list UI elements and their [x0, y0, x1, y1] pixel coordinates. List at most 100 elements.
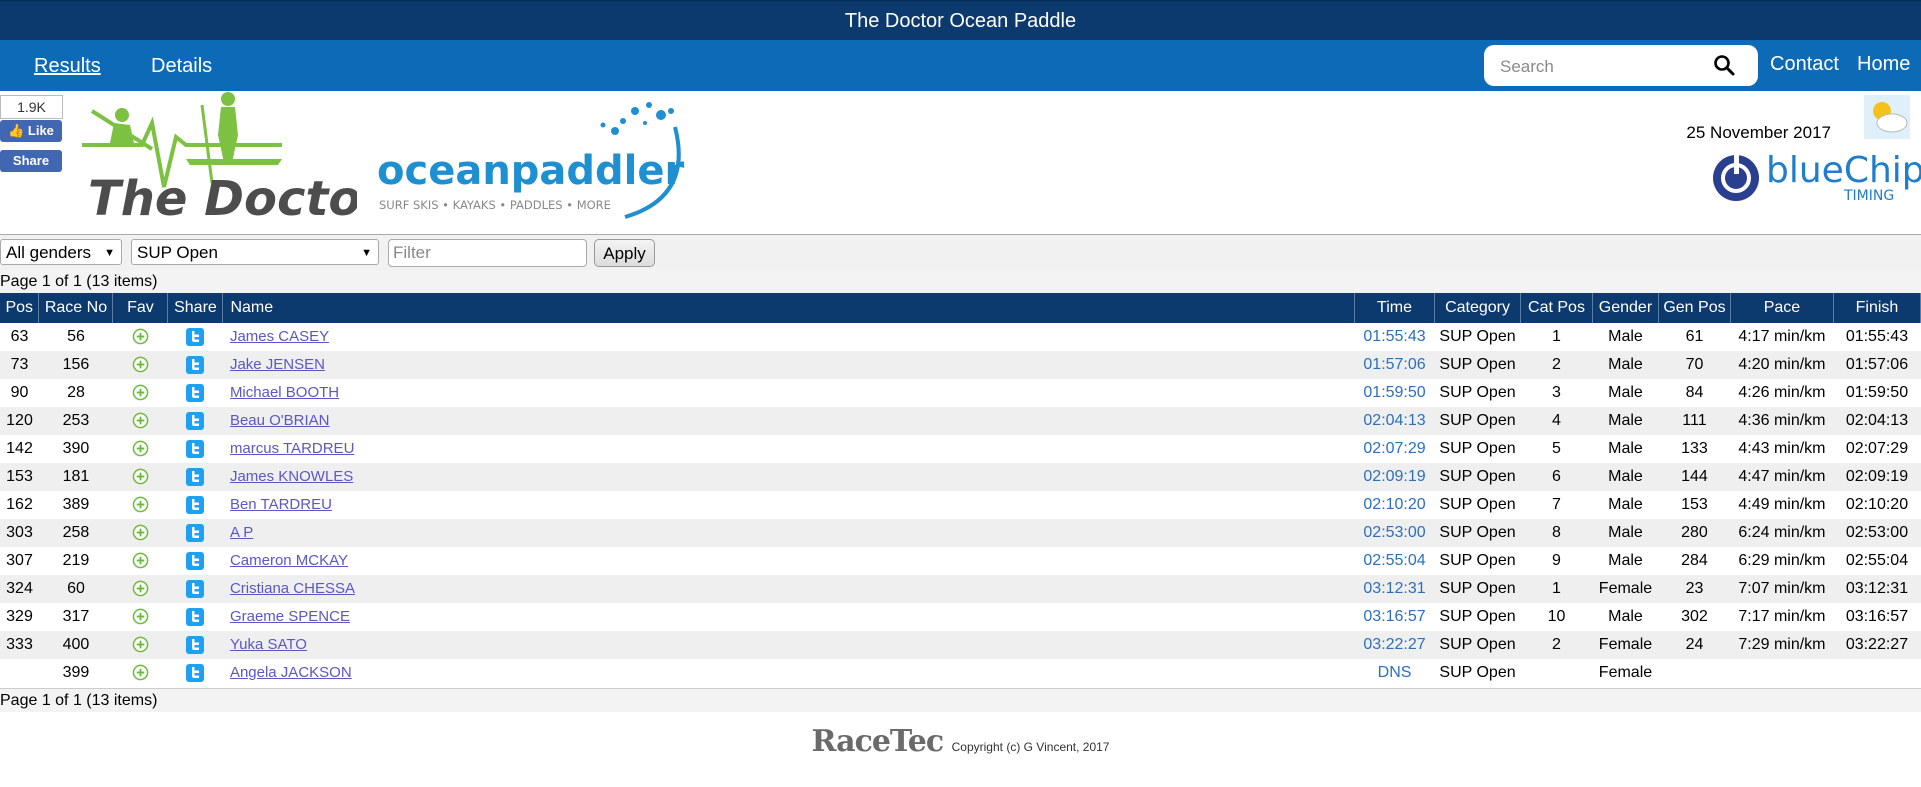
the-doctor-logo[interactable]: The Doctor [82, 91, 357, 231]
row-share [167, 491, 223, 519]
nav-details-link[interactable]: Details [151, 55, 212, 78]
table-row: 399 Angela JACKSON DNS SUP Open Female [0, 659, 1921, 687]
twitter-icon[interactable] [185, 664, 205, 682]
row-gender: Male [1592, 379, 1659, 407]
col-finish-header[interactable]: Finish [1833, 293, 1921, 323]
runner-name-link[interactable]: Beau O'BRIAN [230, 412, 330, 429]
col-pos-header[interactable]: Pos [0, 293, 40, 323]
col-cat-pos-header[interactable]: Cat Pos [1520, 293, 1593, 323]
row-time[interactable]: 01:59:50 [1354, 379, 1435, 407]
runner-name-link[interactable]: Yuka SATO [230, 636, 307, 653]
row-finish: 02:55:04 [1833, 547, 1921, 575]
row-time[interactable]: 01:55:43 [1354, 323, 1435, 351]
row-time[interactable]: 03:16:57 [1354, 603, 1435, 631]
runner-name-link[interactable]: Ben TARDREU [230, 496, 332, 513]
runner-name-link[interactable]: Graeme SPENCE [230, 608, 350, 625]
twitter-icon[interactable] [185, 328, 205, 346]
col-name-header[interactable]: Name [222, 293, 1356, 323]
pager-bottom: Page 1 of 1 (13 items) [0, 688, 1921, 712]
plus-circle-icon[interactable] [132, 580, 149, 597]
runner-name-link[interactable]: Michael BOOTH [230, 384, 339, 401]
row-time[interactable]: 03:12:31 [1354, 575, 1435, 603]
row-time[interactable]: 02:09:19 [1354, 463, 1435, 491]
ocean-paddler-logo[interactable]: oceanpaddler SURF SKIS • KAYAKS • PADDLE… [375, 97, 715, 227]
col-gen-pos-header[interactable]: Gen Pos [1658, 293, 1731, 323]
apply-button[interactable]: Apply [594, 239, 655, 267]
plus-circle-icon[interactable] [132, 664, 149, 681]
plus-circle-icon[interactable] [132, 496, 149, 513]
row-pos: 307 [0, 547, 39, 575]
row-time[interactable]: 02:53:00 [1354, 519, 1435, 547]
runner-name-link[interactable]: A P [230, 524, 253, 541]
row-time[interactable]: DNS [1354, 659, 1435, 687]
row-gen-pos [1658, 659, 1731, 687]
col-gender-header[interactable]: Gender [1592, 293, 1659, 323]
row-gender: Male [1592, 603, 1659, 631]
twitter-icon[interactable] [185, 412, 205, 430]
row-pos: 73 [0, 351, 39, 379]
category-select[interactable]: SUP Open ▼ [131, 239, 379, 265]
twitter-icon[interactable] [185, 608, 205, 626]
runner-name-link[interactable]: marcus TARDREU [230, 440, 354, 457]
runner-name-link[interactable]: Jake JENSEN [230, 356, 325, 373]
twitter-icon[interactable] [185, 356, 205, 374]
racetec-logo[interactable]: RaceTec [812, 724, 945, 759]
category-select-value: SUP Open [137, 243, 218, 262]
twitter-icon[interactable] [185, 496, 205, 514]
bluechip-timing-logo[interactable]: blueChip TIMING [1710, 146, 1921, 206]
twitter-icon[interactable] [185, 468, 205, 486]
plus-circle-icon[interactable] [132, 468, 149, 485]
runner-name-link[interactable]: James CASEY [230, 328, 329, 345]
plus-circle-icon[interactable] [132, 412, 149, 429]
plus-circle-icon[interactable] [132, 524, 149, 541]
row-gen-pos: 24 [1658, 631, 1731, 659]
gender-select[interactable]: All genders ▼ [0, 239, 122, 265]
twitter-icon[interactable] [185, 384, 205, 402]
row-race-no: 28 [38, 379, 113, 407]
twitter-icon[interactable] [185, 440, 205, 458]
facebook-share-button[interactable]: Share [0, 150, 62, 172]
table-row: 153 181 James KNOWLES 02:09:19 SUP Open 6 Male… [0, 463, 1921, 491]
search-input[interactable] [1498, 54, 1712, 80]
nav-results-link[interactable]: Results [34, 55, 101, 78]
twitter-icon[interactable] [185, 636, 205, 654]
plus-circle-icon[interactable] [132, 384, 149, 401]
row-time[interactable]: 02:10:20 [1354, 491, 1435, 519]
col-race-no-header[interactable]: Race No [38, 293, 114, 323]
plus-circle-icon[interactable] [132, 608, 149, 625]
row-time[interactable]: 02:07:29 [1354, 435, 1435, 463]
pager-top: Page 1 of 1 (13 items) [0, 270, 1921, 294]
plus-circle-icon[interactable] [132, 356, 149, 373]
row-time[interactable]: 02:04:13 [1354, 407, 1435, 435]
row-gen-pos: 84 [1658, 379, 1731, 407]
plus-circle-icon[interactable] [132, 440, 149, 457]
row-pos: 162 [0, 491, 39, 519]
table-row: 333 400 Yuka SATO 03:22:27 SUP Open 2 Female 24… [0, 631, 1921, 659]
row-name: Ben TARDREU [222, 491, 1355, 519]
thumbs-up-icon: 👍 [8, 123, 25, 138]
row-fav [112, 519, 168, 547]
facebook-like-button[interactable]: 👍 Like [0, 120, 62, 142]
runner-name-link[interactable]: Angela JACKSON [230, 664, 352, 681]
twitter-icon[interactable] [185, 580, 205, 598]
filter-input[interactable] [388, 239, 587, 267]
runner-name-link[interactable]: James KNOWLES [230, 468, 353, 485]
nav-home-link[interactable]: Home [1857, 53, 1910, 76]
row-pace: 6:24 min/km [1730, 519, 1834, 547]
plus-circle-icon[interactable] [132, 636, 149, 653]
col-pace-header[interactable]: Pace [1730, 293, 1834, 323]
search-icon[interactable] [1712, 53, 1736, 77]
plus-circle-icon[interactable] [132, 552, 149, 569]
nav-contact-link[interactable]: Contact [1770, 53, 1839, 76]
runner-name-link[interactable]: Cristiana CHESSA [230, 580, 355, 597]
row-time[interactable]: 01:57:06 [1354, 351, 1435, 379]
twitter-icon[interactable] [185, 524, 205, 542]
runner-name-link[interactable]: Cameron MCKAY [230, 552, 348, 569]
twitter-icon[interactable] [185, 552, 205, 570]
col-category-header[interactable]: Category [1434, 293, 1522, 323]
col-time-header[interactable]: Time [1354, 293, 1436, 323]
plus-circle-icon[interactable] [132, 328, 149, 345]
table-row: 120 253 Beau O'BRIAN 02:04:13 SUP Open 4 Male 1… [0, 407, 1921, 435]
row-time[interactable]: 02:55:04 [1354, 547, 1435, 575]
row-time[interactable]: 03:22:27 [1354, 631, 1435, 659]
